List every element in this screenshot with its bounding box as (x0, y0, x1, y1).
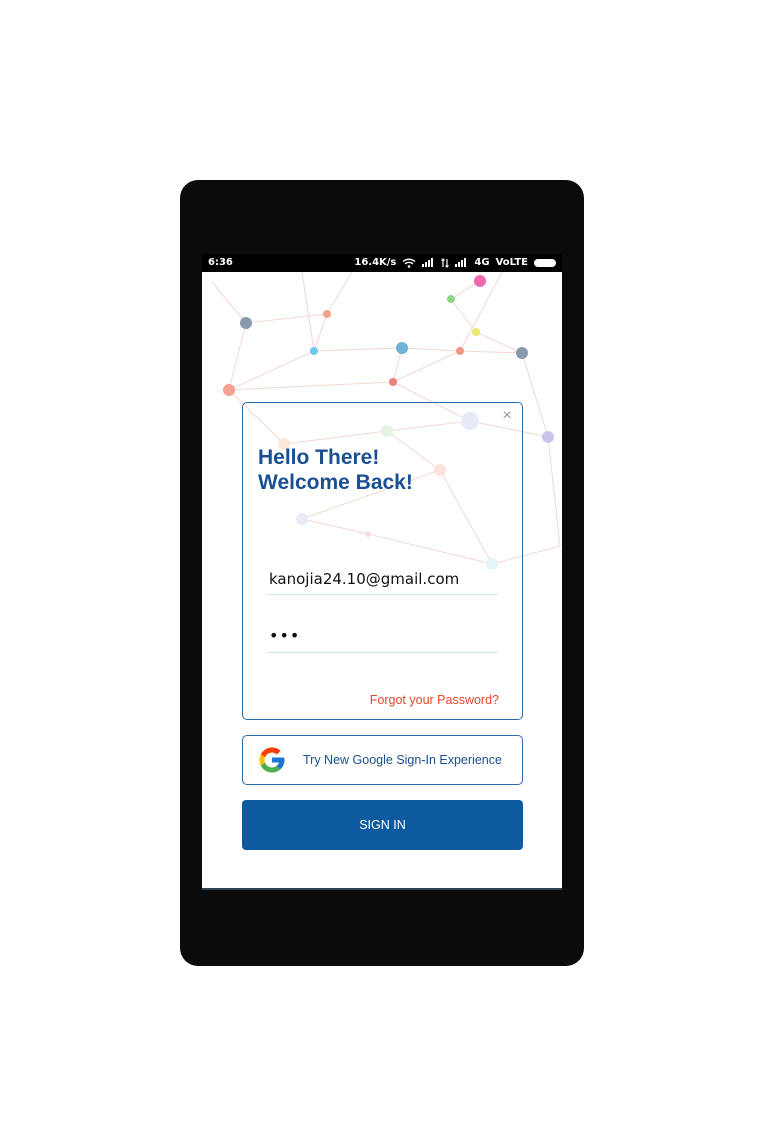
heading-line-2: Welcome Back! (258, 471, 413, 494)
battery-icon (534, 258, 556, 267)
welcome-heading: Hello There! Welcome Back! (258, 445, 413, 495)
net-speed: 16.4K/s (354, 257, 397, 268)
heading-line-1: Hello There! (258, 446, 380, 469)
sign-in-button[interactable]: SIGN IN (242, 800, 523, 850)
email-field[interactable]: kanojia24.10@gmail.com (267, 569, 498, 595)
google-signin-button[interactable]: Try New Google Sign-In Experience (242, 735, 523, 785)
signal-icon-2 (455, 258, 467, 267)
google-logo-icon (259, 747, 285, 773)
status-bar: 6:36 16.4K/s 4G VoLTE (202, 254, 562, 272)
forgot-password-link[interactable]: Forgot your Password? (370, 693, 499, 707)
close-icon[interactable]: × (500, 408, 514, 424)
password-field[interactable]: ••• (267, 627, 498, 653)
data-arrows-icon (441, 257, 450, 268)
status-right: 16.4K/s 4G VoLTE (354, 257, 556, 268)
google-signin-label: Try New Google Sign-In Experience (303, 753, 502, 767)
signal-icon (422, 258, 434, 267)
wifi-icon (402, 258, 416, 268)
password-value: ••• (269, 626, 301, 645)
network-type: 4G (474, 257, 490, 268)
bottom-divider (202, 888, 562, 890)
status-time: 6:36 (208, 257, 233, 268)
login-card: × Hello There! Welcome Back! kanojia24.1… (242, 402, 523, 720)
app-screen: 6:36 16.4K/s 4G VoLTE × Hello There! Wel… (202, 254, 562, 890)
stage: 6:36 16.4K/s 4G VoLTE × Hello There! Wel… (0, 0, 764, 1147)
volte-label: VoLTE (495, 257, 528, 268)
email-value: kanojia24.10@gmail.com (269, 570, 460, 588)
